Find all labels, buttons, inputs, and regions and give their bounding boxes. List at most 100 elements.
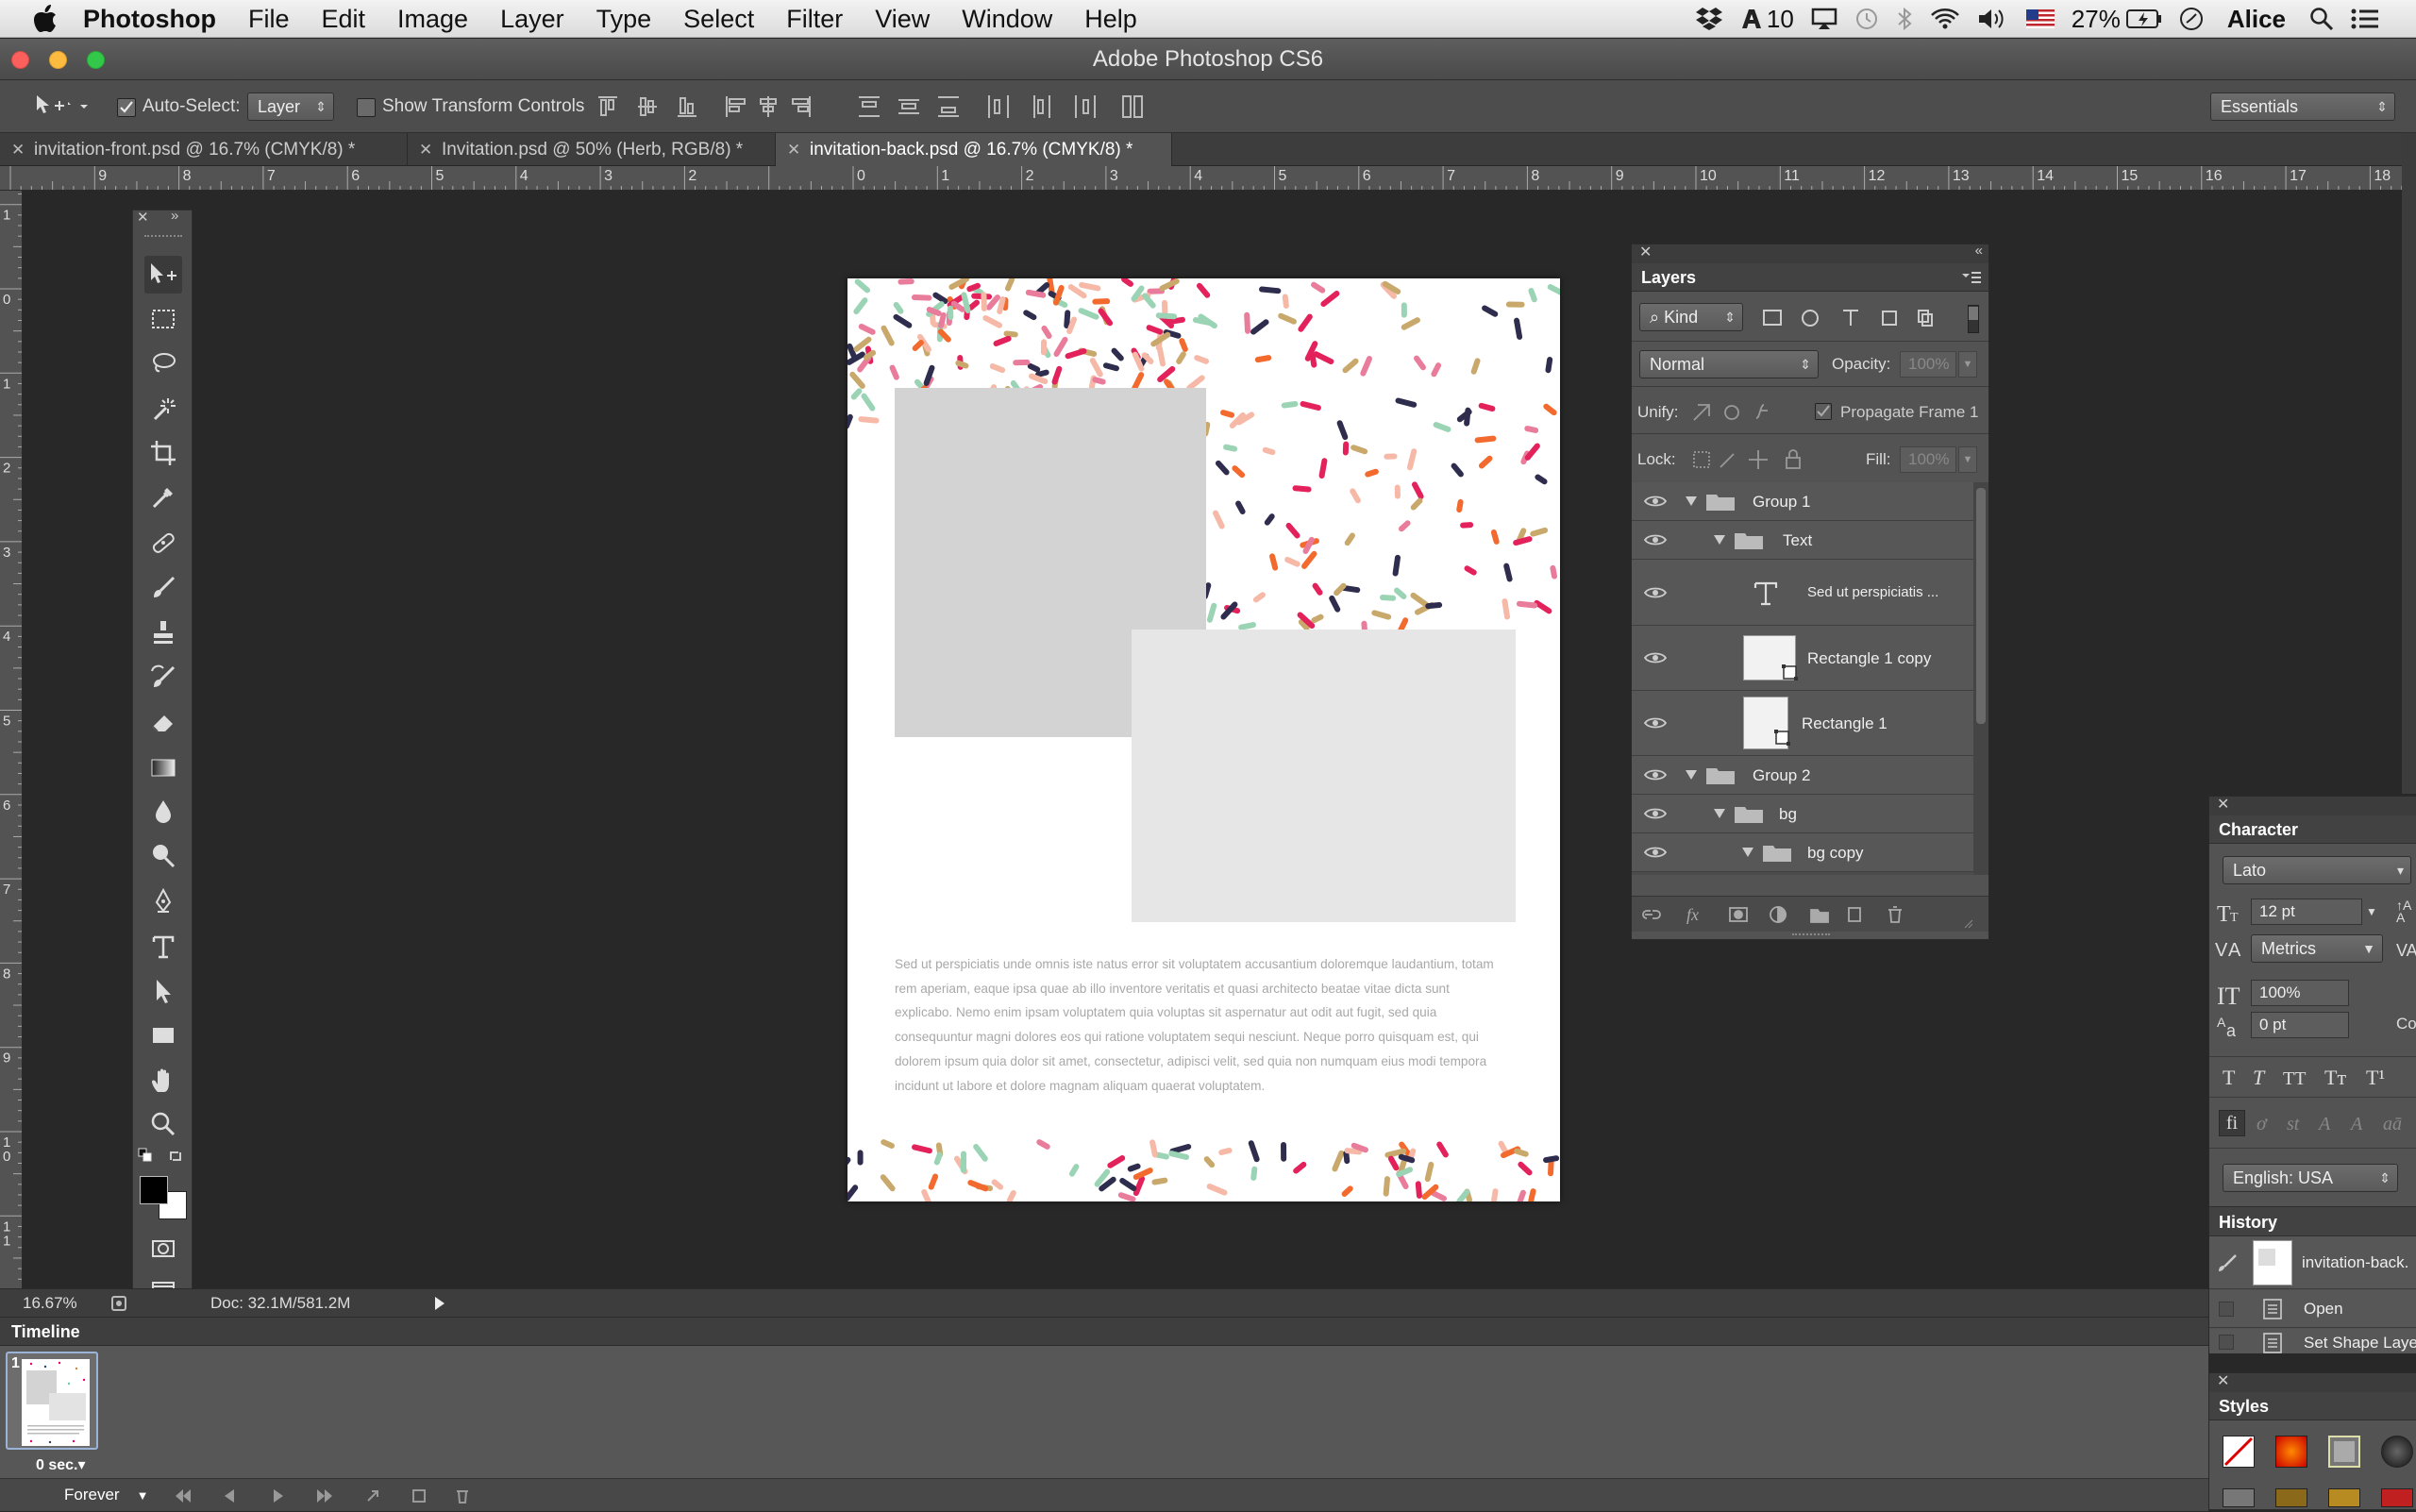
layers-scrollbar[interactable] [1973, 482, 1988, 875]
font-family-dropdown[interactable]: Lato▾ [2223, 856, 2411, 884]
dropbox-icon[interactable] [1686, 0, 1732, 38]
healing-brush-tool-icon[interactable] [144, 524, 182, 562]
document-canvas[interactable]: Sed ut perspiciatis unde omnis iste natu… [847, 278, 1560, 1201]
user-name[interactable]: Alice [2212, 0, 2301, 38]
layer-row-bg-copy[interactable]: bg copy [1632, 833, 1973, 872]
status-export-icon[interactable] [111, 1295, 128, 1312]
timeline-frame[interactable]: 1 [6, 1352, 98, 1450]
history-snapshot[interactable]: invitation-back. [2209, 1236, 2416, 1289]
filter-toggle-switch[interactable] [1968, 305, 1979, 333]
tab-invitation[interactable]: ✕Invitation.psd @ 50% (Herb, RGB/8) * [408, 133, 776, 166]
layers-panel-title[interactable]: Layers [1641, 263, 1696, 292]
expand-triangle-icon[interactable] [1713, 533, 1726, 546]
spotlight-search-icon[interactable] [2301, 0, 2342, 38]
layer-row-rectangle-1-copy[interactable]: Rectangle 1 copy [1632, 626, 1973, 691]
close-panel-icon[interactable]: ✕ [2217, 795, 2229, 814]
style-swatch[interactable] [2223, 1488, 2255, 1507]
visibility-eye-icon[interactable] [1641, 626, 1669, 690]
close-tab-icon[interactable]: ✕ [787, 133, 800, 166]
brush-tool-icon[interactable] [144, 569, 182, 607]
expand-triangle-icon[interactable] [1713, 807, 1726, 820]
styles-panel-title[interactable]: Styles [2219, 1392, 2269, 1420]
visibility-eye-icon[interactable] [1641, 482, 1669, 520]
loop-option[interactable]: Forever▼ [64, 1479, 148, 1512]
workspace-dropdown[interactable]: Essentials⇕ [2210, 92, 2395, 121]
menu-select[interactable]: Select [667, 0, 770, 38]
style-swatch[interactable] [2328, 1436, 2360, 1468]
layer-row-group-1[interactable]: Group 1 [1632, 482, 1973, 521]
blur-tool-icon[interactable] [144, 793, 182, 831]
default-colors-icon[interactable] [137, 1147, 156, 1166]
opacity-slider-arrow-icon[interactable]: ▼ [1958, 351, 1977, 378]
ligatures-icon[interactable]: fi [2219, 1110, 2245, 1136]
kerning-dropdown[interactable]: Metrics▼ [2251, 934, 2383, 963]
close-tab-icon[interactable]: ✕ [419, 133, 432, 166]
visibility-eye-icon[interactable] [1641, 560, 1669, 625]
foreground-color-swatch[interactable] [140, 1176, 168, 1204]
bluetooth-icon[interactable] [1888, 0, 1921, 38]
layer-row-rectangle-1[interactable]: Rectangle 1 [1632, 691, 1973, 756]
menu-help[interactable]: Help [1068, 0, 1153, 38]
expand-triangle-icon[interactable] [1685, 495, 1698, 508]
apple-icon[interactable] [21, 0, 70, 38]
menu-app-name[interactable]: Photoshop [70, 0, 232, 38]
crop-tool-icon[interactable] [144, 434, 182, 472]
marquee-tool-icon[interactable] [144, 300, 182, 338]
auto-select-checkbox[interactable] [117, 98, 136, 117]
airplay-icon[interactable] [1803, 0, 1846, 38]
expand-triangle-icon[interactable] [1685, 768, 1698, 781]
eraser-tool-icon[interactable] [144, 703, 182, 741]
style-swatch[interactable] [2381, 1488, 2413, 1507]
battery-status[interactable]: 27% [2063, 0, 2171, 38]
swap-colors-icon[interactable] [167, 1147, 186, 1166]
style-swatch[interactable] [2328, 1488, 2360, 1507]
zoom-level[interactable]: 16.67% [23, 1289, 77, 1318]
move-tool-preset-icon[interactable] [34, 92, 62, 121]
layer-filter-kind-dropdown[interactable]: ⌕ Kind⇕ [1639, 303, 1743, 331]
menu-window[interactable]: Window [946, 0, 1068, 38]
panel-resize-grip[interactable] [1792, 933, 1830, 937]
layer-row-text-group[interactable]: Text [1632, 521, 1973, 560]
fill-slider-arrow-icon[interactable]: ▼ [1958, 446, 1977, 473]
tab-invitation-front[interactable]: ✕invitation-front.psd @ 16.7% (CMYK/8) * [0, 133, 408, 166]
history-brush-tool-icon[interactable] [144, 659, 182, 697]
character-panel-title[interactable]: Character [2219, 815, 2298, 844]
hand-tool-icon[interactable] [144, 1062, 182, 1100]
opacity-input[interactable]: 100% [1900, 351, 1956, 378]
close-panel-icon[interactable]: ✕ [2217, 1371, 2229, 1390]
frame-delay[interactable]: 0 sec.▾ [36, 1455, 86, 1474]
rectangle-tool-icon[interactable] [144, 1016, 182, 1054]
tab-invitation-back[interactable]: ✕invitation-back.psd @ 16.7% (CMYK/8) * [776, 133, 1172, 166]
gradient-tool-icon[interactable] [144, 748, 182, 786]
expand-panel-icon[interactable]: » [171, 208, 178, 224]
history-panel-title[interactable]: History [2219, 1207, 2277, 1237]
collapse-panel-icon[interactable]: « [1975, 243, 1983, 259]
visibility-eye-icon[interactable] [1641, 833, 1669, 871]
history-item[interactable]: Set Shape Laye [2209, 1329, 2416, 1353]
visibility-eye-icon[interactable] [1641, 756, 1669, 794]
menu-view[interactable]: View [859, 0, 946, 38]
blend-mode-dropdown[interactable]: Normal⇕ [1639, 350, 1819, 378]
path-selection-tool-icon[interactable] [144, 972, 182, 1010]
panel-grip[interactable] [144, 235, 182, 241]
close-panel-icon[interactable]: ✕ [1639, 243, 1652, 261]
close-panel-icon[interactable]: ✕ [137, 209, 149, 226]
lasso-tool-icon[interactable] [144, 344, 182, 382]
style-swatch[interactable] [2275, 1436, 2307, 1468]
propagate-frame-checkbox[interactable] [1815, 403, 1832, 420]
layer-row-text-layer[interactable]: Sed ut perspiciatis ... [1632, 560, 1973, 626]
tool-preset-arrow-icon[interactable] [77, 92, 91, 121]
right-edge-scrollbar[interactable] [2402, 133, 2416, 794]
font-size-input[interactable]: 12 pt [2251, 899, 2362, 925]
time-machine-icon[interactable] [1846, 0, 1888, 38]
wifi-icon[interactable] [1921, 0, 1969, 38]
auto-align-layers-icon[interactable] [1119, 92, 1148, 121]
status-menu-arrow-icon[interactable] [432, 1296, 447, 1311]
clone-stamp-tool-icon[interactable] [144, 613, 182, 651]
notification-center-icon[interactable] [2342, 0, 2388, 38]
history-item[interactable]: Open [2209, 1290, 2416, 1328]
font-size-arrow-icon[interactable]: ▼ [2366, 899, 2383, 925]
show-transform-controls-checkbox[interactable] [357, 98, 376, 117]
layer-row-bg[interactable]: bg [1632, 795, 1973, 833]
quick-mask-icon[interactable] [144, 1230, 182, 1268]
